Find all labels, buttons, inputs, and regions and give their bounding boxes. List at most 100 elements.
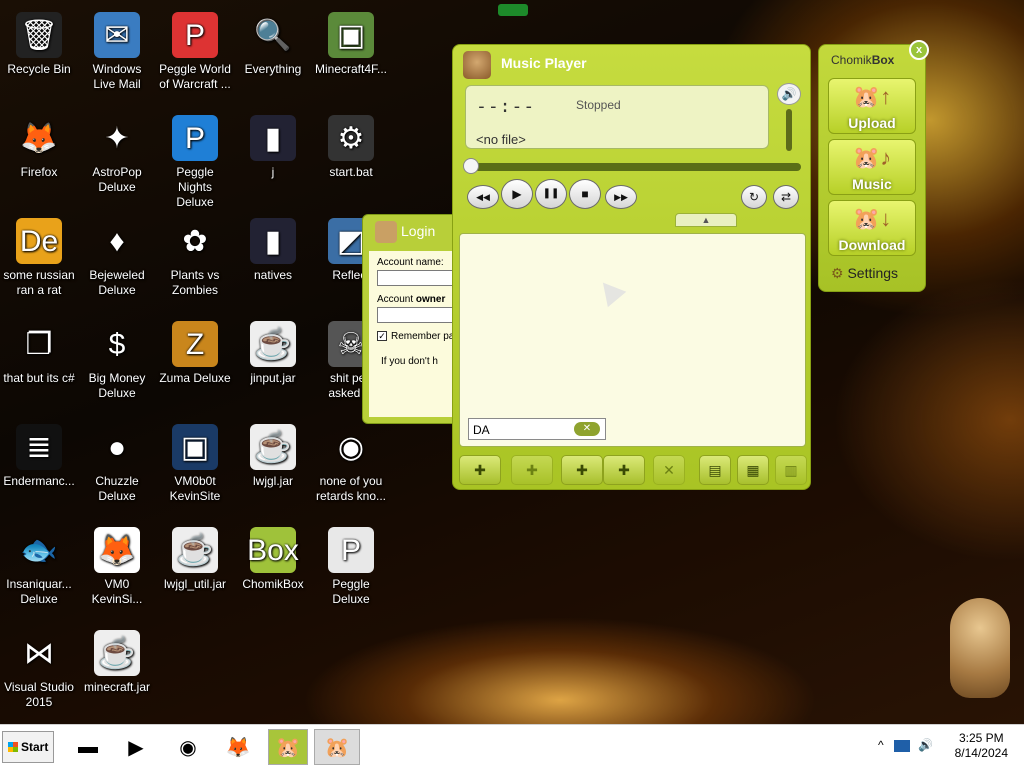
remember-checkbox[interactable]: ✓ xyxy=(377,331,387,342)
pvz-icon: ✿ xyxy=(182,224,208,258)
desktop-icon[interactable]: P Peggle World of Warcraft ... xyxy=(156,8,234,92)
desktop-icon[interactable]: ☕ lwjgl_util.jar xyxy=(156,523,234,592)
close-icon[interactable]: x xyxy=(909,40,929,60)
desktop-icon-label: Peggle World of Warcraft ... xyxy=(159,62,231,91)
firefox-file-icon: 🦊 xyxy=(94,527,140,573)
desktop-icon[interactable]: De some russian ran a rat xyxy=(0,214,78,298)
tray-expand-icon[interactable]: ^ xyxy=(878,738,884,752)
login-hint: If you don't h xyxy=(381,356,438,367)
desktop-icon[interactable]: ✉ Windows Live Mail xyxy=(78,8,156,92)
seek-knob[interactable] xyxy=(463,158,479,174)
desktop-icon[interactable]: ☕ lwjgl.jar xyxy=(234,420,312,489)
chomikbox-icon: Box xyxy=(247,527,299,573)
recycle-bin-icon: 🗑 xyxy=(16,12,62,58)
account-name-input[interactable] xyxy=(377,270,461,286)
add-user-button[interactable]: ✚ xyxy=(459,455,501,485)
desktop-icon-label: Visual Studio 2015 xyxy=(4,680,74,709)
stop-button[interactable]: ■ xyxy=(569,179,601,209)
taskbar-chomikbox-icon[interactable]: 🐹 xyxy=(268,729,308,765)
account-name-label: Account name: xyxy=(377,257,444,268)
desktop-icon-label: Plants vs Zombies xyxy=(170,268,220,297)
remember-row[interactable]: ✓ Remember pa xyxy=(377,331,461,342)
peggle-deluxe-icon: P xyxy=(328,527,374,573)
desktop-icon-label: VM0b0t KevinSite xyxy=(169,474,221,503)
start-button[interactable]: Start xyxy=(2,731,54,763)
desktop-icon[interactable]: ✿ Plants vs Zombies xyxy=(156,214,234,298)
taskbar-terminal-icon[interactable]: ▬ xyxy=(68,729,108,765)
export-button[interactable]: ▥ xyxy=(775,455,807,485)
desktop-icon[interactable]: ▮ natives xyxy=(234,214,312,283)
chomikbox-panel[interactable]: ChomikBox x 🐹↑ Upload 🐹♪ Music 🐹↓ Download … xyxy=(818,40,929,292)
desktop-icon[interactable]: ▮ j xyxy=(234,111,312,180)
desktop-icon-label: Minecraft4F... xyxy=(314,62,388,76)
settings-button[interactable]: ⚙ Settings xyxy=(831,265,898,282)
desktop-icon[interactable]: ≣ Endermanc... xyxy=(0,420,78,489)
desktop-icon[interactable]: ⚙ start.bat xyxy=(312,111,390,180)
desktop-icon[interactable]: Box ChomikBox xyxy=(234,523,312,592)
desktop-icon[interactable]: 🦊 Firefox xyxy=(0,111,78,180)
peggle-icon: P xyxy=(172,12,218,58)
desktop-icon[interactable]: 🦊 VM0 KevinSi... xyxy=(78,523,156,607)
folder-icon: ▮ xyxy=(250,218,296,264)
taskbar: Start ▬ ▶ ◉ 🦊 🐹 🐹 ^ 🔊 3:25 PM 8/14/2024 xyxy=(0,724,1024,768)
login-window[interactable]: Login Account name: Account owner ✓ Remem… xyxy=(362,214,462,424)
taskbar-firefox-icon[interactable]: 🦊 xyxy=(218,729,258,765)
desktop-icon[interactable]: ☕ jinput.jar xyxy=(234,317,312,386)
desktop-icon[interactable]: ● Chuzzle Deluxe xyxy=(78,420,156,504)
account-owner-input[interactable] xyxy=(377,307,461,323)
chomikbox-title: ChomikBox xyxy=(831,53,895,67)
desktop-icon[interactable]: ▣ Minecraft4F... xyxy=(312,8,390,77)
upload-button[interactable]: 🐹↑ Upload xyxy=(828,78,916,134)
collapse-button[interactable]: ▲ xyxy=(675,213,737,227)
add-folder-button[interactable]: ✚ xyxy=(603,455,645,485)
login-title-bar[interactable]: Login xyxy=(363,215,461,247)
playlist-button[interactable]: ▤ xyxy=(699,455,731,485)
clear-search-icon[interactable]: ✕ xyxy=(574,422,600,436)
fish-icon: 🐟 xyxy=(20,533,58,567)
desktop-icon[interactable]: ♦ Bejeweled Deluxe xyxy=(78,214,156,298)
desktop-icon[interactable]: ◉ none of you retards kno... xyxy=(312,420,390,504)
pause-button[interactable]: ❚❚ xyxy=(535,179,567,209)
desktop-icon[interactable]: Z Zuma Deluxe xyxy=(156,317,234,386)
music-player-window[interactable]: Music Player --:-- Stopped <no file> 🔊 ◀… xyxy=(452,44,811,490)
desktop-icon[interactable]: ☕ minecraft.jar xyxy=(78,626,156,695)
desktop-icon[interactable]: ❐ that but its c# xyxy=(0,317,78,386)
forward-button[interactable]: ▶▶ xyxy=(605,185,637,209)
desktop-icon-label: Peggle Deluxe xyxy=(332,577,370,606)
shuffle-button[interactable]: ⇄ xyxy=(773,185,799,209)
desktop-icon[interactable]: ⋈ Visual Studio 2015 xyxy=(0,626,78,710)
desktop-icon[interactable]: $ Big Money Deluxe xyxy=(78,317,156,401)
taskbar-app-icon[interactable]: ◉ xyxy=(168,729,208,765)
desktop-icon[interactable]: 🔍 Everything xyxy=(234,8,312,77)
gear-icon: ⚙ xyxy=(831,265,844,281)
download-button[interactable]: 🐹↓ Download xyxy=(828,200,916,256)
desktop-icon[interactable]: P Peggle Nights Deluxe xyxy=(156,111,234,210)
rewind-button[interactable]: ◀◀ xyxy=(467,185,499,209)
taskbar-chomikbox-window[interactable]: 🐹 xyxy=(314,729,360,765)
play-button[interactable]: ▶ xyxy=(501,179,533,209)
desktop-icon[interactable]: 🐟 Insaniquar... Deluxe xyxy=(0,523,78,607)
volume-slider[interactable] xyxy=(786,109,792,151)
save-playlist-button[interactable]: ▦ xyxy=(737,455,769,485)
desktop-icon[interactable]: 🗑 Recycle Bin xyxy=(0,8,78,77)
monitor-icon[interactable] xyxy=(894,740,910,752)
volume-icon[interactable]: 🔊 xyxy=(918,738,933,752)
remove-button[interactable]: ✚ xyxy=(511,455,553,485)
clock[interactable]: 3:25 PM 8/14/2024 xyxy=(955,731,1008,761)
remove-item-button[interactable]: ✕ xyxy=(653,455,685,485)
desktop-icon[interactable]: P Peggle Deluxe xyxy=(312,523,390,607)
repeat-button[interactable]: ↻ xyxy=(741,185,767,209)
desktop-icon-label: Firefox xyxy=(20,165,58,179)
seek-bar[interactable] xyxy=(463,158,801,174)
hamster-download-icon: 🐹↓ xyxy=(852,206,892,231)
visual-studio-icon: ⋈ xyxy=(24,636,54,670)
taskbar-media-player-icon[interactable]: ▶ xyxy=(116,729,156,765)
add-file-button[interactable]: ✚ xyxy=(561,455,603,485)
desktop-icon[interactable]: ✦ AstroPop Deluxe xyxy=(78,111,156,195)
music-button[interactable]: 🐹♪ Music xyxy=(828,139,916,195)
desktop-icon[interactable]: ▣ VM0b0t KevinSite xyxy=(156,420,234,504)
batch-file-icon: ⚙ xyxy=(328,115,374,161)
dragon-icon: ◉ xyxy=(337,430,365,464)
playlist-area[interactable]: DA ✕ xyxy=(459,233,806,447)
volume-icon[interactable]: 🔊 xyxy=(777,83,801,105)
